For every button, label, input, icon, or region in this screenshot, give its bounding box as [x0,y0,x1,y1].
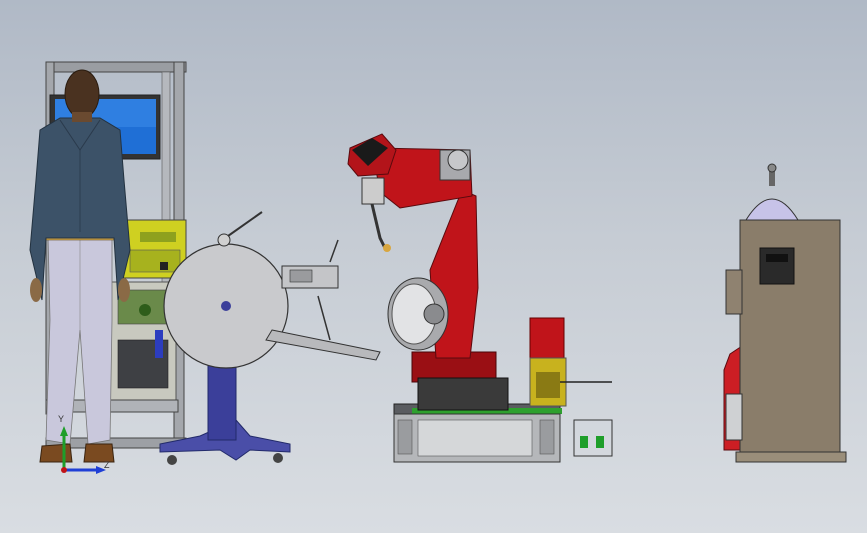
welding-robot[interactable] [347,133,509,411]
wire-reel-stand[interactable] [159,211,381,465]
gas-cabinet[interactable] [723,163,847,463]
triad-z-label: Z [104,460,110,470]
cad-viewport[interactable]: Y Z [0,0,867,533]
triad-y-label: Y [58,414,65,424]
assembly-drawing [29,61,847,474]
